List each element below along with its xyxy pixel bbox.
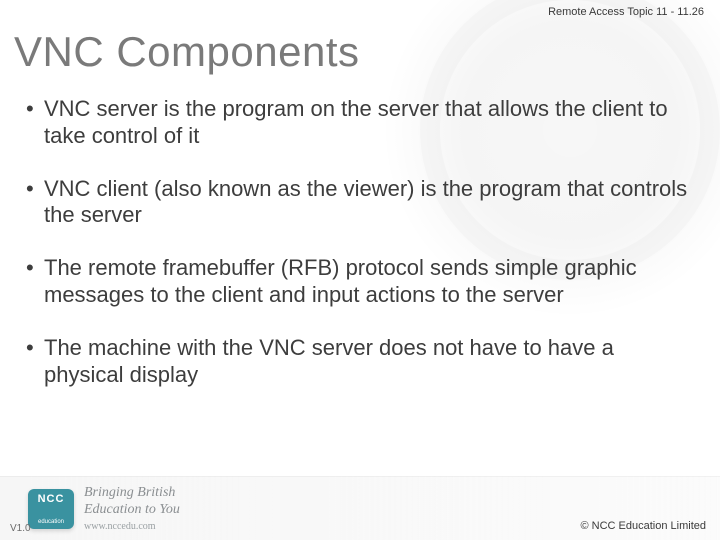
- header-meta: Remote Access Topic 11 - 11.26: [548, 6, 704, 18]
- bullet-item: VNC server is the program on the server …: [26, 96, 694, 150]
- slide-content: VNC server is the program on the server …: [26, 96, 694, 415]
- copyright-label: © NCC Education Limited: [581, 520, 707, 532]
- footer-site: www.nccedu.com: [84, 521, 180, 533]
- tagline-line-2: Education to You: [84, 502, 180, 517]
- slide-title: VNC Components: [14, 28, 359, 76]
- footer-logo-block: Bringing British Education to You www.nc…: [28, 485, 180, 533]
- bullet-item: VNC client (also known as the viewer) is…: [26, 176, 694, 230]
- footer-tagline: Bringing British Education to You www.nc…: [84, 485, 180, 533]
- ncc-logo-icon: [28, 489, 74, 529]
- version-label: V1.0: [10, 523, 31, 534]
- bullet-item: The machine with the VNC server does not…: [26, 335, 694, 389]
- slide-footer: Bringing British Education to You www.nc…: [0, 476, 720, 540]
- tagline-line-1: Bringing British: [84, 485, 175, 500]
- bullet-item: The remote framebuffer (RFB) protocol se…: [26, 255, 694, 309]
